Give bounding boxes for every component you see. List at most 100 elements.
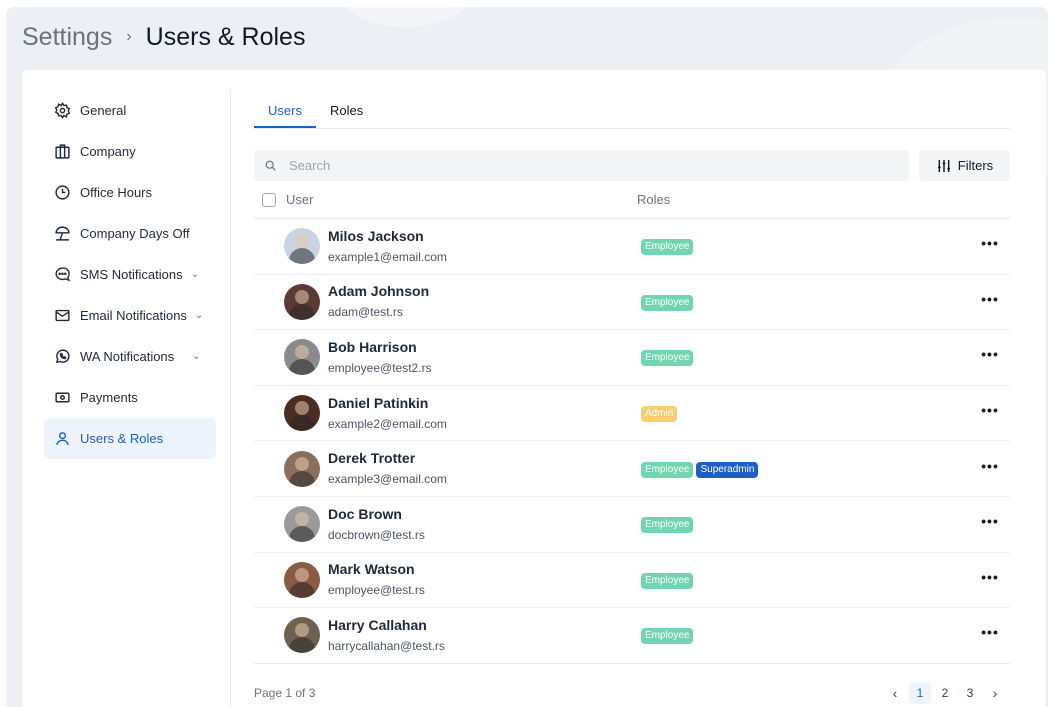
tab-roles[interactable]: Roles	[316, 90, 377, 128]
user-cell: Bob Harrison employee@test2.rs	[328, 338, 641, 377]
sidebar-item-label: Company Days Off	[80, 226, 190, 241]
breadcrumb-separator-icon: ›	[126, 28, 132, 45]
table-row[interactable]: Daniel Patinkin example2@email.com Admin ••…	[254, 386, 1010, 442]
table-footer: Page 1 of 3 ‹ 1 2 3 ›	[254, 681, 1010, 704]
roles-cell: Employee	[641, 571, 970, 589]
chevron-down-icon[interactable]: ⌄	[191, 269, 199, 280]
user-email: example1@email.com	[328, 249, 447, 264]
building-icon	[53, 143, 71, 161]
sidebar-item-label: General	[80, 103, 127, 118]
sidebar-item-payments[interactable]: Payments	[44, 377, 216, 418]
row-actions-button[interactable]: •••	[970, 513, 1010, 535]
column-header-user: User	[286, 192, 314, 207]
user-cell: Mark Watson employee@test.rs	[328, 560, 641, 599]
sidebar-item-general[interactable]: General	[44, 90, 216, 131]
avatar	[284, 283, 320, 320]
column-header-roles: Roles	[637, 192, 671, 207]
gear-icon	[53, 102, 71, 120]
user-email: example2@email.com	[328, 416, 447, 431]
avatar	[284, 228, 320, 265]
row-actions-button[interactable]: •••	[970, 291, 1010, 313]
roles-cell: Employee	[641, 237, 970, 256]
row-actions-button[interactable]: •••	[970, 402, 1010, 424]
user-name: Adam Johnson	[328, 283, 430, 300]
select-all-checkbox[interactable]	[262, 192, 276, 207]
sidebar-item-wa-notifications[interactable]: WA Notifications ⌄	[44, 336, 216, 377]
avatar	[284, 395, 320, 432]
next-page-button[interactable]: ›	[984, 682, 1006, 704]
sidebar-item-company[interactable]: Company	[44, 131, 216, 172]
page-button-3[interactable]: 3	[959, 682, 981, 704]
page-button-1[interactable]: 1	[909, 681, 931, 704]
roles-cell: Employee	[641, 348, 970, 367]
table-row[interactable]: Adam Johnson adam@test.rs Employee •••	[254, 275, 1010, 331]
user-cell: Harry Callahan harrycallahan@test.rs	[328, 616, 641, 655]
sidebar-item-users-roles[interactable]: Users & Roles	[44, 418, 216, 459]
tab-users[interactable]: Users	[254, 90, 316, 128]
roles-cell: Employee	[641, 626, 970, 645]
search-input[interactable]	[289, 158, 909, 173]
role-badge: Employee	[641, 239, 694, 256]
user-name: Daniel Patinkin	[328, 394, 429, 411]
search-icon	[265, 160, 276, 171]
row-actions-button[interactable]: •••	[970, 346, 1010, 368]
sidebar-item-label: SMS Notifications	[80, 267, 183, 282]
roles-cell: Admin	[641, 404, 970, 423]
cash-icon	[53, 389, 71, 407]
user-name: Mark Watson	[328, 561, 415, 578]
page-summary: Page 1 of 3	[254, 685, 316, 700]
sidebar-item-label: Company	[80, 144, 136, 159]
filters-button[interactable]: Filters	[919, 150, 1010, 181]
pagination: ‹ 1 2 3 ›	[881, 681, 1006, 704]
user-email: harrycallahan@test.rs	[328, 638, 445, 653]
user-cell: Doc Brown docbrown@test.rs	[328, 505, 641, 544]
sidebar-item-email-notifications[interactable]: Email Notifications ⌄	[44, 295, 216, 336]
role-badge: Employee	[641, 350, 694, 367]
sidebar-item-sms-notifications[interactable]: SMS Notifications ⌄	[44, 254, 216, 295]
role-badge: Admin	[641, 406, 678, 423]
user-email: adam@test.rs	[328, 305, 403, 320]
row-actions-button[interactable]: •••	[970, 458, 1010, 480]
page-background: Settings › Users & Roles General Company	[6, 7, 1048, 707]
table-row[interactable]: Derek Trotter example3@email.com Employee S…	[254, 441, 1010, 497]
page-title: Users & Roles	[145, 22, 306, 51]
role-badge: Employee	[641, 517, 694, 534]
page-button-2[interactable]: 2	[934, 682, 956, 704]
table-row[interactable]: Milos Jackson example1@email.com Employee •…	[254, 219, 1010, 275]
user-cell: Daniel Patinkin example2@email.com	[328, 394, 641, 433]
table-row[interactable]: Bob Harrison employee@test2.rs Employee •••	[254, 330, 1010, 386]
sidebar-item-company-days-off[interactable]: Company Days Off	[44, 213, 216, 254]
role-badge: Employee	[641, 628, 694, 645]
table-row[interactable]: Doc Brown docbrown@test.rs Employee •••	[254, 497, 1010, 553]
chevron-down-icon[interactable]: ⌄	[195, 310, 203, 321]
roles-cell: Employee	[641, 293, 970, 311]
user-email: employee@test2.rs	[328, 360, 432, 375]
prev-page-button[interactable]: ‹	[884, 682, 906, 704]
user-cell: Milos Jackson example1@email.com	[328, 227, 641, 266]
whatsapp-icon	[53, 348, 71, 366]
row-actions-button[interactable]: •••	[970, 569, 1010, 591]
chat-bubble-icon	[53, 266, 71, 284]
beach-umbrella-icon	[53, 225, 71, 243]
user-icon	[53, 430, 71, 448]
envelope-icon	[53, 307, 71, 325]
role-badge: Employee	[641, 294, 694, 311]
breadcrumb: Settings › Users & Roles	[22, 21, 305, 53]
avatar	[284, 339, 320, 376]
sidebar-item-label: Payments	[80, 390, 138, 405]
user-cell: Adam Johnson adam@test.rs	[328, 282, 641, 321]
filters-label: Filters	[957, 158, 994, 173]
sidebar-item-office-hours[interactable]: Office Hours	[44, 172, 216, 213]
background-shape	[336, 7, 476, 27]
breadcrumb-root[interactable]: Settings	[22, 23, 112, 52]
chevron-down-icon[interactable]: ⌄	[192, 351, 200, 362]
user-email: employee@test.rs	[328, 583, 425, 598]
user-email: docbrown@test.rs	[328, 527, 425, 542]
table-row[interactable]: Mark Watson employee@test.rs Employee •••	[254, 553, 1010, 609]
table-row[interactable]: Harry Callahan harrycallahan@test.rs Emplo…	[254, 608, 1010, 664]
avatar	[284, 450, 320, 487]
row-actions-button[interactable]: •••	[970, 624, 1010, 646]
avatar	[284, 561, 320, 598]
row-actions-button[interactable]: •••	[970, 235, 1010, 257]
tab-bar: Users Roles	[254, 90, 1010, 129]
